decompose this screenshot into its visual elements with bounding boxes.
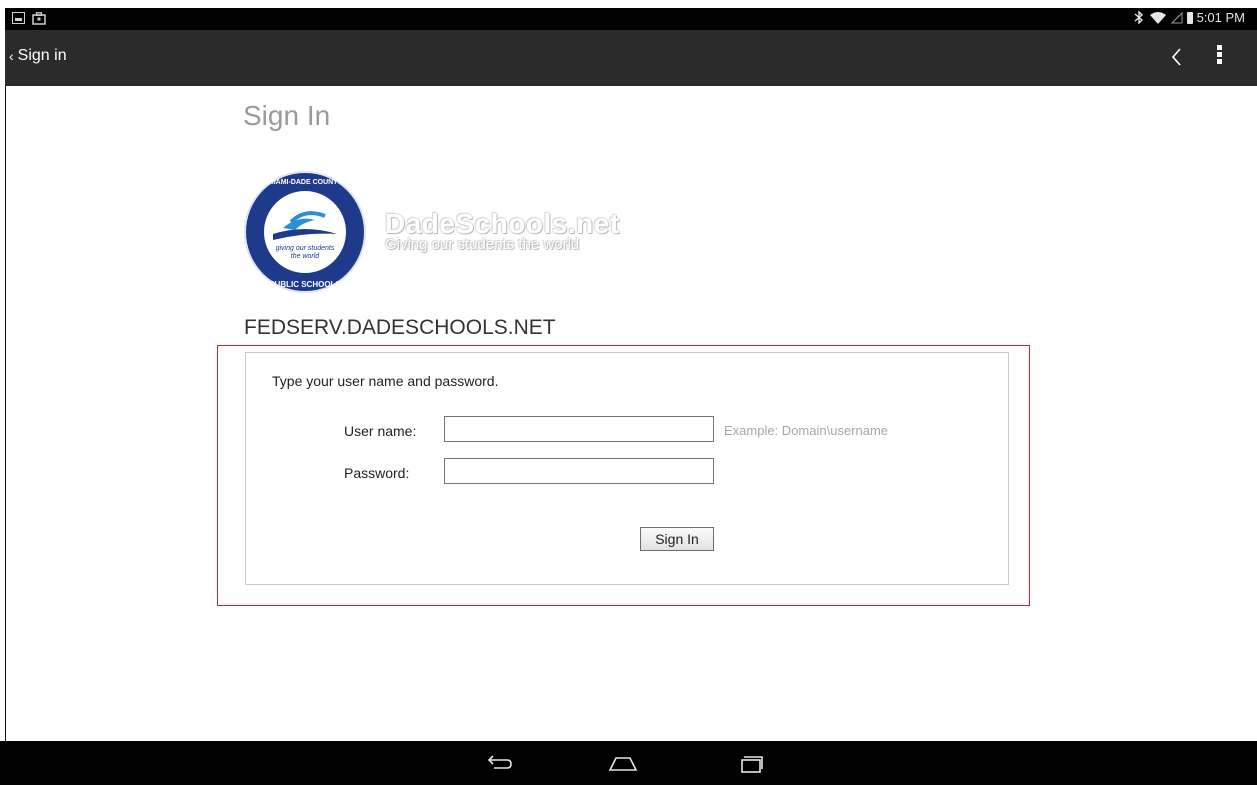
status-right: 5:01 PM: [1133, 10, 1245, 25]
home-icon[interactable]: [606, 749, 640, 777]
cropped-caption: [0, 0, 1257, 8]
status-time: 5:01 PM: [1196, 10, 1245, 25]
svg-text:the world: the world: [291, 253, 321, 260]
briefcase-icon: [32, 12, 46, 25]
back-to-sign-in-button[interactable]: ‹ Sign in: [9, 47, 67, 65]
back-icon[interactable]: [482, 749, 516, 777]
battery-icon: [1186, 11, 1193, 24]
sign-in-button[interactable]: Sign In: [640, 527, 714, 551]
wifi-icon: [1149, 12, 1166, 24]
svg-text:MIAMI-DADE COUNTY: MIAMI-DADE COUNTY: [268, 179, 343, 186]
action-bar: ‹ Sign in: [5, 30, 1257, 86]
svg-text:giving our students: giving our students: [276, 245, 335, 252]
bluetooth-icon: [1134, 11, 1143, 24]
navigation-bar: [0, 741, 1257, 785]
picture-icon: [12, 12, 25, 24]
password-label: Password:: [344, 465, 410, 481]
recent-apps-icon[interactable]: [734, 749, 768, 777]
school-district-seal: giving our students the world MIAMI-DADE…: [244, 171, 366, 293]
status-bar: 5:01 PM: [5, 8, 1257, 30]
login-instructions: Type your user name and password.: [272, 373, 499, 389]
brand-wordmark: DadeSchools.net Giving our students the …: [385, 208, 620, 253]
action-bar-title: Sign in: [17, 47, 67, 64]
page-title: Sign In: [243, 100, 331, 131]
username-label: User name:: [344, 423, 417, 439]
chevron-left-icon: ‹: [9, 48, 14, 64]
server-name: FEDSERV.DADESCHOOLS.NET: [244, 316, 556, 339]
username-hint: Example: Domain\username: [724, 423, 889, 438]
password-input[interactable]: [444, 458, 714, 484]
signal-icon: [1170, 11, 1183, 24]
overflow-menu-icon[interactable]: [1211, 43, 1227, 73]
chevron-left-icon[interactable]: [1165, 42, 1189, 72]
svg-text:PUBLIC SCHOOLS: PUBLIC SCHOOLS: [269, 280, 341, 289]
username-input[interactable]: [444, 416, 714, 442]
